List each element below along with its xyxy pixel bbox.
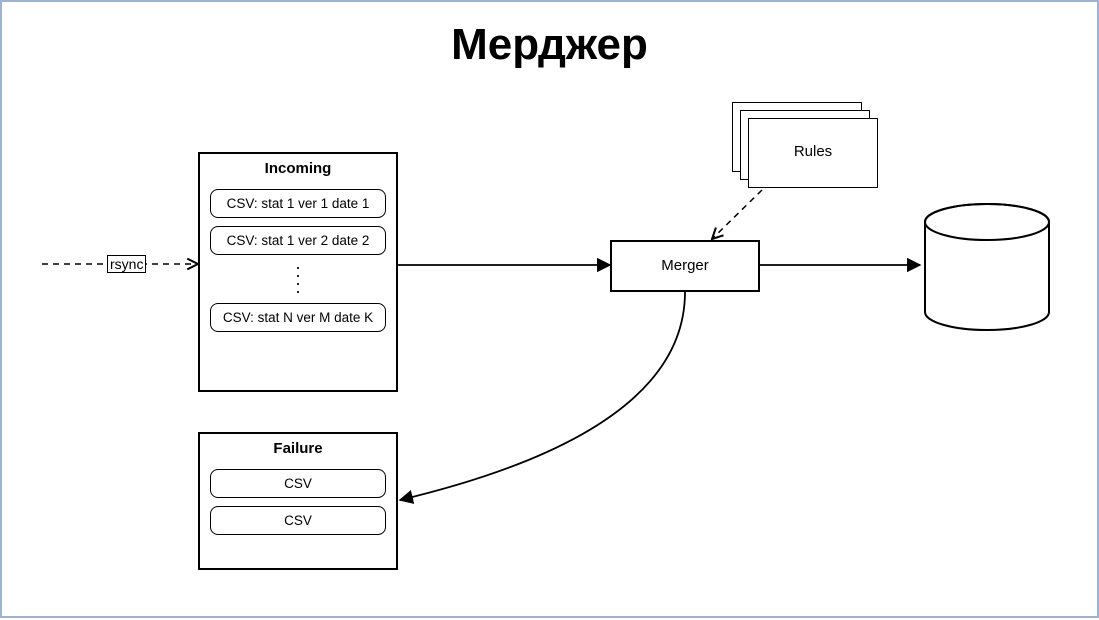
rsync-label: rsync	[107, 255, 146, 273]
merger-box: Merger	[610, 240, 760, 292]
vertical-ellipsis-icon: ····	[200, 263, 396, 295]
diagram-title: Мерджер	[2, 20, 1097, 70]
rules-stack: Rules	[732, 102, 872, 182]
failure-header: Failure	[200, 440, 396, 457]
incoming-box: Incoming CSV: stat 1 ver 1 date 1 CSV: s…	[198, 152, 398, 392]
incoming-header: Incoming	[200, 160, 396, 177]
incoming-row: CSV: stat N ver M date K	[210, 303, 386, 332]
database-icon	[922, 202, 1052, 332]
failure-row: CSV	[210, 506, 386, 535]
incoming-row: CSV: stat 1 ver 1 date 1	[210, 189, 386, 218]
rules-card-front: Rules	[748, 118, 878, 188]
failure-row: CSV	[210, 469, 386, 498]
failure-box: Failure CSV CSV	[198, 432, 398, 570]
incoming-row: CSV: stat 1 ver 2 date 2	[210, 226, 386, 255]
